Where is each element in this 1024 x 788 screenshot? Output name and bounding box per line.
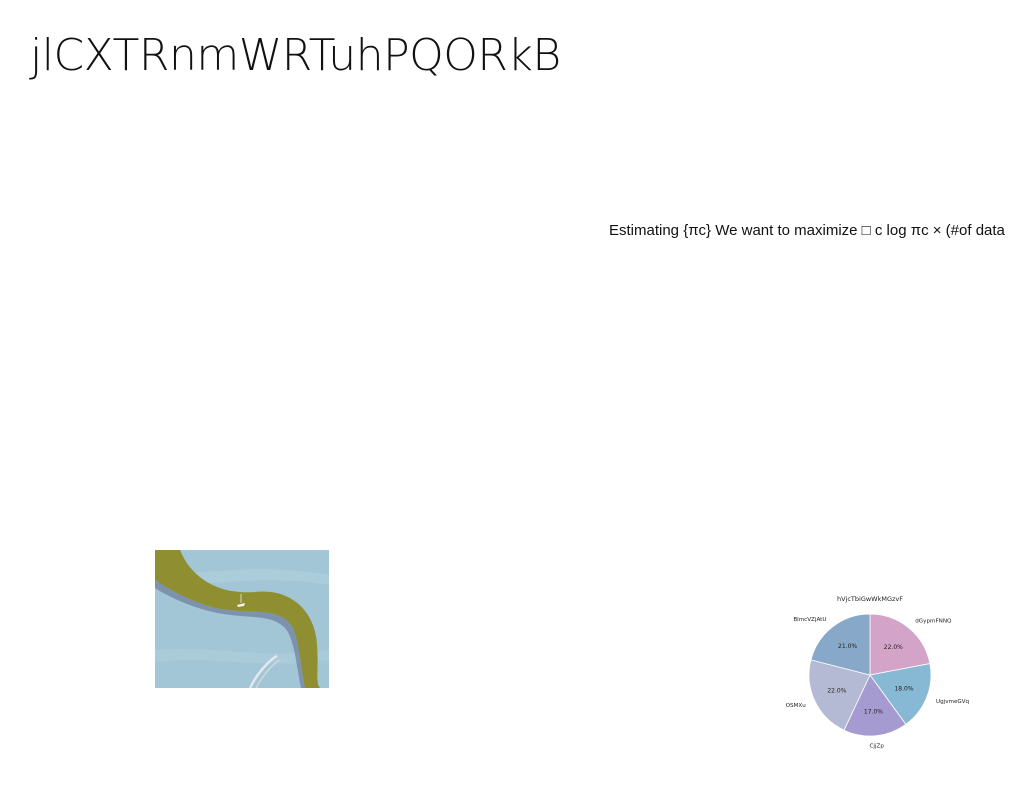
formula-text: Estimating {πc} We want to maximize □ c … [609,222,1005,239]
pie-value-label: 17.0% [864,708,883,715]
pie-chart: hVjcTbiGwWkMGzvF 22.0% dGypmFNNQ 18.0% Ugjv… [786,595,970,750]
pie-value-label: 22.0% [884,644,903,651]
pie-category-label: OSMXu [786,703,807,709]
pie-category-label: CjjZp [869,744,884,750]
pie-value-label: 22.0% [827,688,846,695]
pie-value-label: 18.0% [894,685,913,692]
pie-value-label: 21.0% [838,643,857,650]
chart-title: hVjcTbiGwWkMGzvF [837,595,903,603]
slide-title: jlCXTRnmWRTuhPQORkB [30,30,561,81]
pie-category-label: BlmcVZjAtU [793,617,826,623]
pie-category-label: UgjvmeGVq [936,699,970,705]
pie-category-label: dGypmFNNQ [915,618,952,624]
aerial-photo [155,550,329,688]
slide-canvas: jlCXTRnmWRTuhPQORkB Estimating {πc} We w… [0,0,1024,788]
